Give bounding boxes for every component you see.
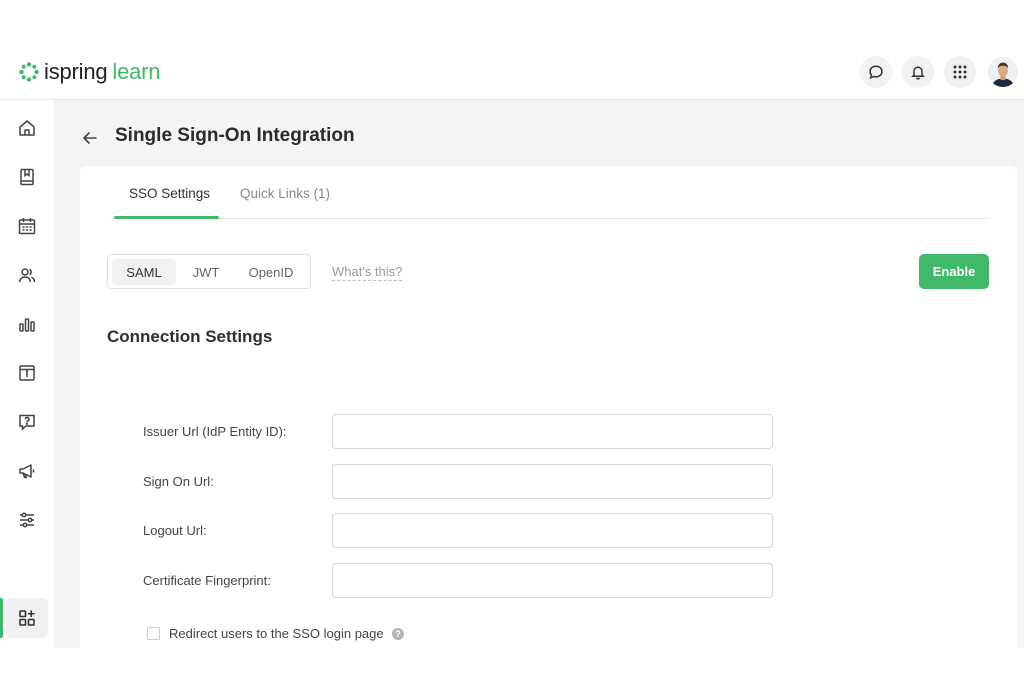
app-frame: ispring learn Single Sign-On Integration…	[0, 44, 1024, 648]
info-box-icon	[19, 365, 35, 381]
sign-on-url-label: Sign On Url:	[143, 474, 214, 489]
redirect-checkbox[interactable]	[147, 627, 160, 640]
tab-quick-links[interactable]: Quick Links (1)	[240, 186, 330, 201]
book-icon	[20, 168, 34, 186]
sidebar-item-announcements[interactable]	[6, 451, 48, 491]
certificate-fingerprint-label: Certificate Fingerprint:	[143, 573, 271, 588]
protocol-jwt-button[interactable]: JWT	[178, 259, 234, 285]
chat-icon	[869, 65, 883, 80]
sidebar-item-content[interactable]	[6, 157, 48, 197]
page-title: Single Sign-On Integration	[115, 125, 355, 146]
header-actions	[850, 56, 1018, 88]
certificate-fingerprint-input[interactable]	[332, 563, 773, 598]
reports-icon	[19, 318, 35, 332]
connection-settings-title: Connection Settings	[107, 327, 273, 346]
sign-on-url-input[interactable]	[332, 464, 773, 499]
sidebar-item-integrations[interactable]	[6, 598, 48, 638]
whats-this-link[interactable]: What's this?	[332, 264, 403, 281]
sidebar-item-users[interactable]	[6, 255, 48, 295]
ispring-learn-logo[interactable]: ispring learn	[18, 58, 161, 86]
logo-brand: ispring	[44, 59, 108, 84]
top-header: ispring learn	[0, 44, 1024, 100]
ispring-logo-icon	[19, 62, 39, 82]
logout-url-input[interactable]	[332, 513, 773, 548]
active-tab-indicator	[114, 216, 219, 219]
apps-menu-button[interactable]	[944, 56, 976, 88]
sidebar-active-indicator	[0, 598, 3, 638]
users-icon	[18, 268, 36, 283]
logo-product: learn	[112, 59, 161, 84]
tab-bar: SSO Settings Quick Links (1)	[114, 166, 990, 219]
user-photo-icon	[988, 57, 1018, 87]
protocol-saml-button[interactable]: SAML	[112, 259, 176, 285]
tab-sso-settings[interactable]: SSO Settings	[129, 186, 210, 201]
megaphone-icon	[19, 464, 35, 479]
question-icon	[19, 414, 35, 431]
apps-add-icon	[19, 610, 35, 626]
sidebar-item-calendar[interactable]	[6, 206, 48, 246]
issuer-url-input[interactable]	[332, 414, 773, 449]
logout-url-label: Logout Url:	[143, 523, 207, 538]
enable-button[interactable]: Enable	[919, 254, 989, 289]
sidebar-item-home[interactable]	[6, 108, 48, 148]
issuer-url-label: Issuer Url (IdP Entity ID):	[143, 424, 287, 439]
logo-text: ispring learn	[44, 59, 161, 85]
protocol-openid-button[interactable]: OpenID	[234, 259, 308, 285]
sidebar-item-reports[interactable]	[6, 304, 48, 344]
apps-grid-icon	[953, 65, 967, 79]
protocol-switcher: SAML JWT OpenID	[107, 254, 311, 289]
user-avatar[interactable]	[988, 57, 1018, 87]
arrow-left-icon	[83, 132, 97, 144]
settings-sliders-icon	[20, 512, 34, 528]
back-button[interactable]	[80, 128, 100, 148]
notifications-button[interactable]	[902, 56, 934, 88]
home-icon	[19, 120, 35, 136]
chat-button[interactable]	[860, 56, 892, 88]
left-sidebar	[0, 100, 55, 648]
settings-card: SSO Settings Quick Links (1) SAML JWT Op…	[80, 166, 1017, 648]
sidebar-item-settings[interactable]	[6, 500, 48, 540]
sidebar-item-help[interactable]	[6, 402, 48, 442]
help-icon[interactable]: ?	[392, 628, 404, 640]
bell-icon	[911, 66, 925, 80]
calendar-icon	[18, 218, 36, 235]
redirect-label: Redirect users to the SSO login page	[169, 626, 384, 641]
sidebar-item-info[interactable]	[6, 353, 48, 393]
